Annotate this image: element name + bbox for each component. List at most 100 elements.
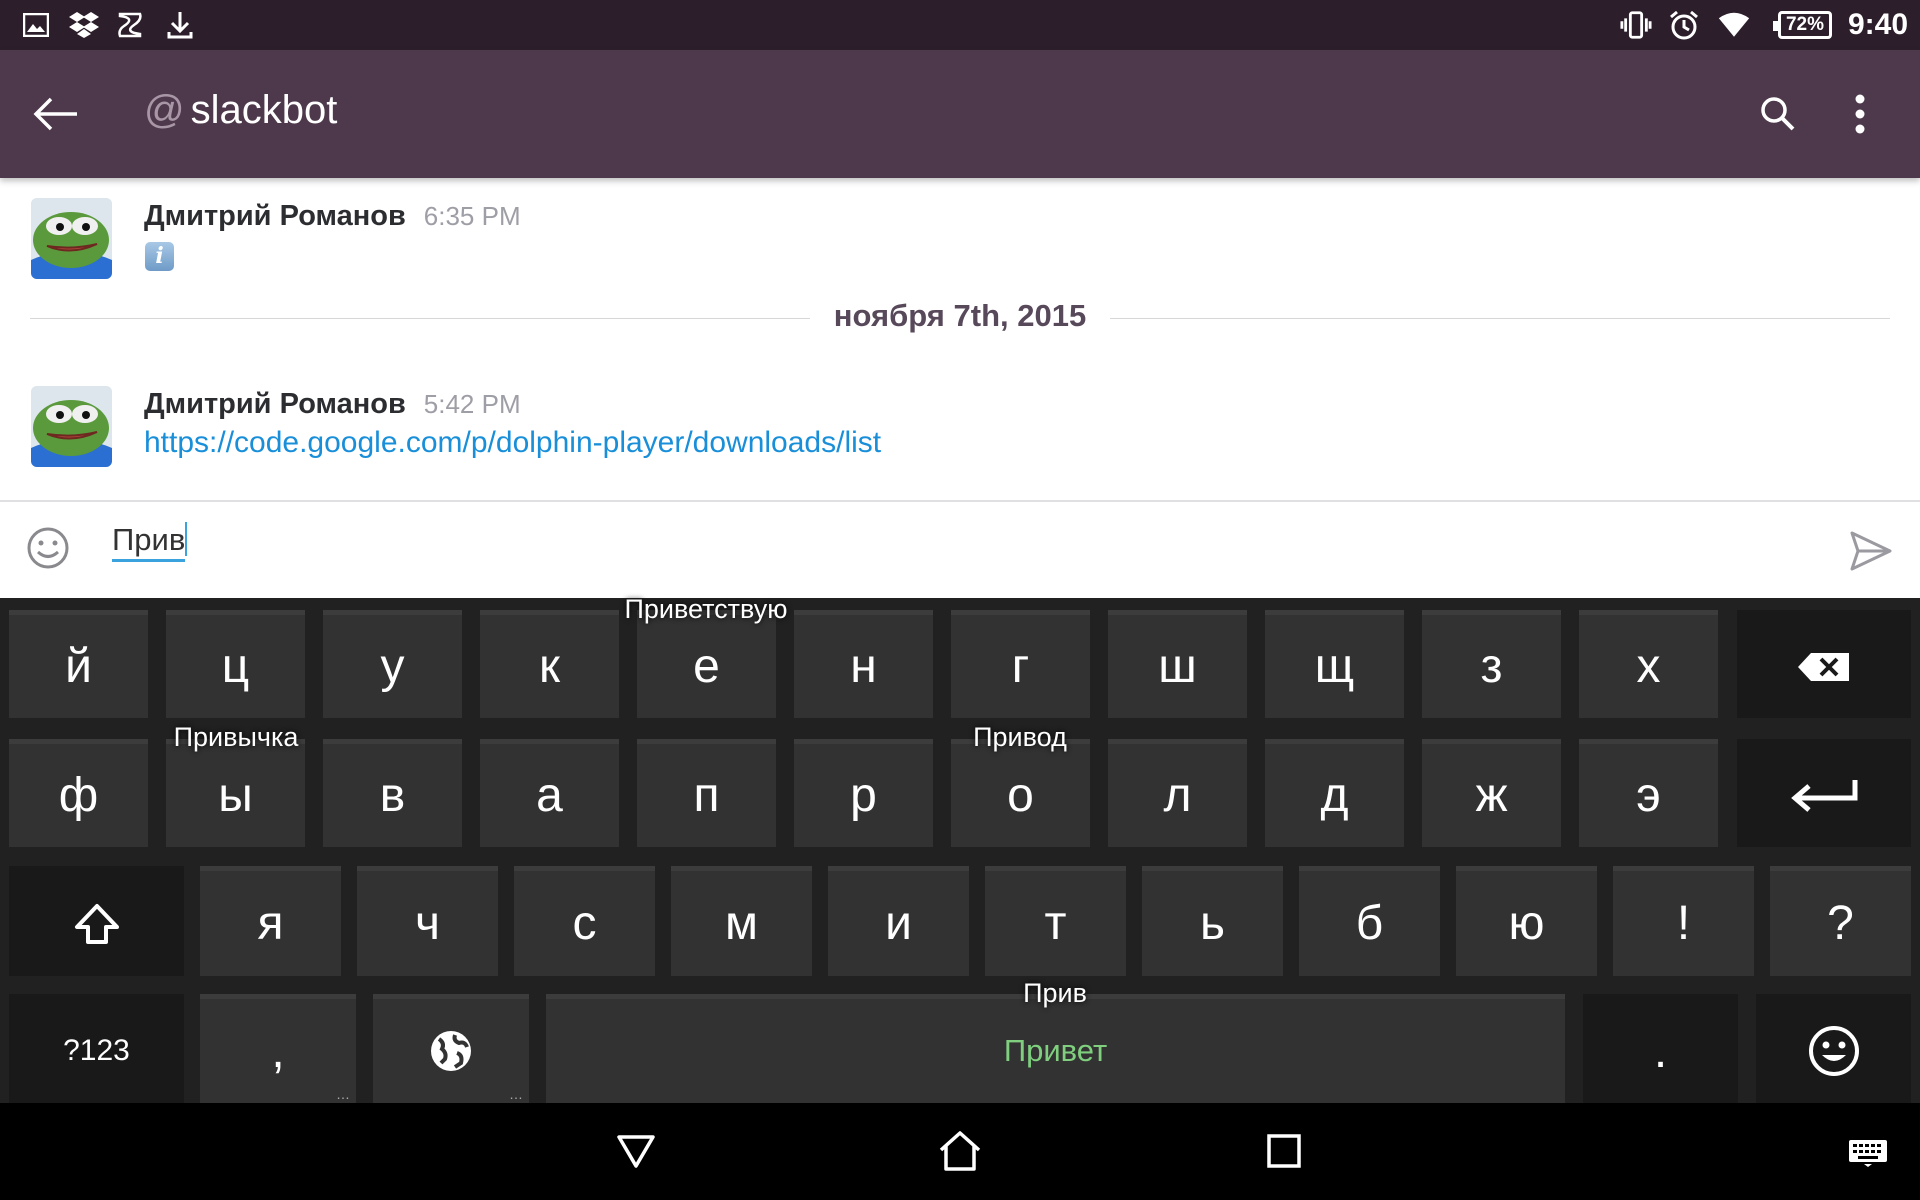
emoji-key[interactable] (1756, 994, 1911, 1103)
frog-avatar-icon (31, 386, 112, 467)
key-row1-2[interactable]: у (323, 610, 462, 718)
key-row1-6[interactable]: г (951, 610, 1090, 718)
suggestion-top[interactable]: Приветствую (566, 594, 846, 625)
key-row1-3[interactable]: к (480, 610, 619, 718)
key-row3-4[interactable]: и (828, 866, 969, 976)
key-row2-2[interactable]: в (323, 739, 462, 847)
nav-recents-button[interactable] (1260, 1127, 1308, 1175)
key-row3-7[interactable]: б (1299, 866, 1440, 976)
key-row3-5[interactable]: т (985, 866, 1126, 976)
send-button[interactable] (1848, 528, 1894, 574)
key-row1-1[interactable]: ц (166, 610, 305, 718)
vibrate-icon (1620, 9, 1652, 41)
recents-icon (1267, 1134, 1301, 1168)
key-row1-7[interactable]: ш (1108, 610, 1247, 718)
arrow-back-icon (33, 97, 77, 131)
key-row3-1[interactable]: ч (357, 866, 498, 976)
keyboard-switch-button[interactable] (1844, 1129, 1892, 1177)
key-row2-3[interactable]: а (480, 739, 619, 847)
key-row1-0[interactable]: й (9, 610, 148, 718)
comma-key-label: , (271, 1024, 285, 1078)
send-icon (1850, 531, 1892, 571)
keyboard-icon (1849, 1140, 1887, 1167)
shift-key[interactable] (9, 866, 184, 976)
period-key-label: . (1653, 1024, 1668, 1078)
more-keys-indicator: … (509, 1086, 523, 1102)
message-link[interactable]: https://code.google.com/p/dolphin-player… (144, 426, 881, 460)
home-icon (939, 1131, 981, 1171)
suggestion-left[interactable]: Привычка (126, 722, 346, 753)
enter-icon (1791, 779, 1858, 812)
nav-back-button[interactable] (612, 1127, 660, 1175)
frog-avatar-icon (31, 198, 112, 279)
message-author[interactable]: Дмитрий Романов (144, 200, 406, 232)
message-list[interactable]: Дмитрий Романов 6:35 PM i ноября 7th, 201… (0, 178, 1920, 500)
key-row3-3[interactable]: м (671, 866, 812, 976)
text-cursor (185, 522, 188, 556)
key-row1-9[interactable]: з (1422, 610, 1561, 718)
backspace-icon (1798, 652, 1849, 681)
key-row3-0[interactable]: я (200, 866, 341, 976)
status-bar: 72% 9:40 (0, 0, 1920, 50)
search-button[interactable] (1752, 88, 1804, 140)
key-row3-8[interactable]: ю (1456, 866, 1597, 976)
channel-name: slackbot (190, 88, 338, 132)
avatar[interactable] (31, 198, 112, 279)
key-row2-1[interactable]: ы (166, 739, 305, 847)
image-icon (20, 9, 52, 41)
message-time: 5:42 PM (423, 389, 521, 419)
key-row2-6[interactable]: о (951, 739, 1090, 847)
period-key[interactable]: . (1583, 994, 1738, 1103)
key-row1-4[interactable]: е (637, 610, 776, 718)
smiley-icon (1808, 1026, 1859, 1076)
message-author[interactable]: Дмитрий Романов (144, 388, 406, 420)
key-row3-9[interactable]: ! (1613, 866, 1754, 976)
key-row2-10[interactable]: э (1579, 739, 1718, 847)
day-divider-label: ноября 7th, 2015 (833, 298, 1087, 333)
alarm-icon (1668, 9, 1700, 41)
key-row2-7[interactable]: л (1108, 739, 1247, 847)
language-switch-key[interactable] (373, 994, 529, 1103)
key-row1-10[interactable]: х (1579, 610, 1718, 718)
message-input[interactable]: Прив (112, 522, 188, 562)
comma-key[interactable]: , (200, 994, 356, 1103)
wifi-icon (1718, 9, 1750, 41)
day-divider: ноября 7th, 2015 (30, 298, 1890, 338)
nav-home-button[interactable] (936, 1127, 984, 1175)
key-row2-5[interactable]: р (794, 739, 933, 847)
channel-title[interactable]: @ slackbot (144, 88, 337, 133)
key-row3-10[interactable]: ? (1770, 866, 1911, 976)
more-vert-icon (1855, 94, 1865, 134)
emoji-button[interactable] (26, 526, 70, 570)
enter-key[interactable] (1737, 739, 1911, 847)
message-composer: Прив (0, 500, 1920, 598)
android-screen: 72% 9:40 @ slackbot Дмитрий Романов 6:35… (0, 0, 1920, 1200)
backspace-key[interactable] (1737, 610, 1911, 718)
shift-arrow-icon (74, 903, 119, 944)
space-key[interactable]: Привет (546, 994, 1565, 1103)
globe-icon (431, 1031, 471, 1071)
download-icon (164, 9, 196, 41)
avatar[interactable] (31, 386, 112, 467)
key-row3-6[interactable]: ь (1142, 866, 1283, 976)
key-row1-8[interactable]: щ (1265, 610, 1404, 718)
message-time: 6:35 PM (423, 201, 521, 231)
smiley-icon (27, 527, 69, 569)
key-row2-4[interactable]: п (637, 739, 776, 847)
slack-s-icon (114, 9, 146, 41)
suggestion-right[interactable]: Привод (920, 722, 1120, 753)
key-row3-2[interactable]: с (514, 866, 655, 976)
key-row2-0[interactable]: ф (9, 739, 148, 847)
key-row2-8[interactable]: д (1265, 739, 1404, 847)
overflow-menu-button[interactable] (1836, 86, 1884, 142)
battery-icon: 72% (1773, 11, 1832, 39)
back-button[interactable] (22, 80, 90, 148)
message-header: Дмитрий Романов 5:42 PM (144, 388, 521, 421)
clock: 9:40 (1848, 8, 1909, 41)
symbols-key[interactable]: ?123 (9, 994, 184, 1103)
key-row2-9[interactable]: ж (1422, 739, 1561, 847)
key-row1-5[interactable]: н (794, 610, 933, 718)
at-symbol: @ (144, 88, 185, 132)
dropbox-icon (68, 9, 100, 41)
suggestion-space[interactable]: Прив (955, 978, 1155, 1009)
